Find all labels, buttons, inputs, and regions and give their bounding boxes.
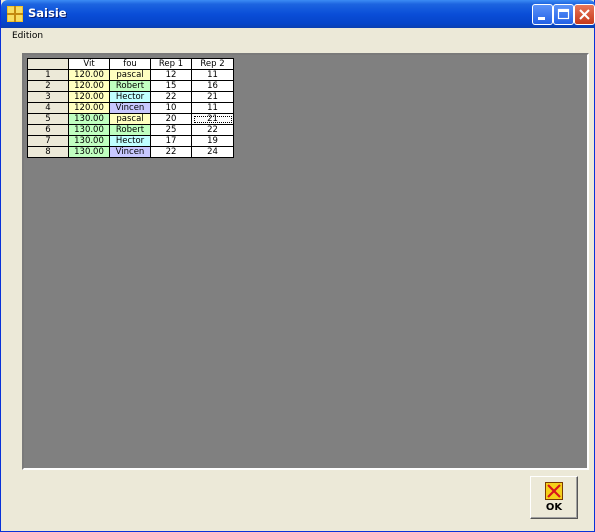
cell-rep2[interactable]: 21 — [191, 91, 234, 103]
cell-rep1[interactable]: 10 — [150, 102, 192, 114]
ok-button[interactable]: OK — [530, 476, 578, 519]
cell-fou[interactable]: Robert — [109, 80, 151, 92]
table-row: 5 130.00 pascal 20 21 — [27, 113, 234, 125]
cell-rep1[interactable]: 15 — [150, 80, 192, 92]
cell-rep2[interactable]: 11 — [191, 69, 234, 81]
cell-fou[interactable]: Vincen — [109, 102, 151, 114]
row-header[interactable]: 8 — [27, 146, 69, 158]
row-header[interactable]: 5 — [27, 113, 69, 125]
cell-fou[interactable]: pascal — [109, 113, 151, 125]
row-header[interactable]: 2 — [27, 80, 69, 92]
title-bar[interactable]: Saisie — [1, 0, 595, 28]
close-icon — [579, 9, 590, 20]
table-row: 4 120.00 Vincen 10 11 — [27, 102, 234, 114]
cell-vit[interactable]: 120.00 — [68, 69, 110, 81]
column-header-vit[interactable]: Vit — [68, 58, 110, 70]
cell-rep2[interactable]: 11 — [191, 102, 234, 114]
ok-button-label: OK — [545, 502, 563, 513]
table-row: 6 130.00 Robert 25 22 — [27, 124, 234, 136]
grid-workspace: Vit fou Rep 1 Rep 2 1 120.00 pascal 12 1… — [22, 53, 589, 470]
table-row: 1 120.00 pascal 12 11 — [27, 69, 234, 81]
menu-edition[interactable]: Edition — [12, 31, 43, 41]
grid-corner[interactable] — [27, 58, 69, 70]
menu-bar: Edition — [2, 28, 594, 45]
column-header-rep1[interactable]: Rep 1 — [150, 58, 192, 70]
column-header-fou[interactable]: fou — [109, 58, 151, 70]
cell-vit[interactable]: 130.00 — [68, 135, 110, 147]
cross-box-icon — [545, 482, 563, 500]
cell-rep1[interactable]: 17 — [150, 135, 192, 147]
cell-vit[interactable]: 120.00 — [68, 80, 110, 92]
cell-rep1[interactable]: 12 — [150, 69, 192, 81]
cell-rep2[interactable]: 22 — [191, 124, 234, 136]
cell-rep2[interactable]: 19 — [191, 135, 234, 147]
cell-vit[interactable]: 120.00 — [68, 91, 110, 103]
cell-rep1[interactable]: 22 — [150, 91, 192, 103]
row-header[interactable]: 6 — [27, 124, 69, 136]
table-row: 7 130.00 Hector 17 19 — [27, 135, 234, 147]
row-header[interactable]: 3 — [27, 91, 69, 103]
cell-rep2[interactable]: 24 — [191, 146, 234, 158]
cell-rep2-focused[interactable]: 21 — [191, 113, 234, 125]
row-header[interactable]: 4 — [27, 102, 69, 114]
cell-rep1[interactable]: 25 — [150, 124, 192, 136]
table-row: 2 120.00 Robert 15 16 — [27, 80, 234, 92]
cell-fou[interactable]: Robert — [109, 124, 151, 136]
window-title: Saisie — [28, 6, 67, 20]
data-grid: Vit fou Rep 1 Rep 2 1 120.00 pascal 12 1… — [27, 58, 234, 158]
cell-fou[interactable]: Hector — [109, 135, 151, 147]
cell-fou[interactable]: Hector — [109, 91, 151, 103]
cell-fou[interactable]: Vincen — [109, 146, 151, 158]
minimize-icon — [538, 17, 545, 20]
table-row: 8 130.00 Vincen 22 24 — [27, 146, 234, 158]
table-row: 3 120.00 Hector 22 21 — [27, 91, 234, 103]
cell-rep1[interactable]: 22 — [150, 146, 192, 158]
grid-header-row: Vit fou Rep 1 Rep 2 — [27, 58, 234, 70]
cell-rep1[interactable]: 20 — [150, 113, 192, 125]
row-header[interactable]: 7 — [27, 135, 69, 147]
cell-fou[interactable]: pascal — [109, 69, 151, 81]
cell-vit[interactable]: 120.00 — [68, 102, 110, 114]
row-header[interactable]: 1 — [27, 69, 69, 81]
cell-vit[interactable]: 130.00 — [68, 146, 110, 158]
app-grid-icon — [7, 6, 23, 22]
minimize-button[interactable] — [532, 4, 553, 25]
cell-rep2[interactable]: 16 — [191, 80, 234, 92]
cell-vit[interactable]: 130.00 — [68, 124, 110, 136]
column-header-rep2[interactable]: Rep 2 — [191, 58, 234, 70]
maximize-button[interactable] — [553, 4, 574, 25]
saisie-window: Saisie Edition Vit fou Rep 1 Rep 2 1 120… — [0, 0, 595, 532]
close-button[interactable] — [574, 4, 595, 25]
cell-vit[interactable]: 130.00 — [68, 113, 110, 125]
maximize-icon — [557, 8, 570, 20]
